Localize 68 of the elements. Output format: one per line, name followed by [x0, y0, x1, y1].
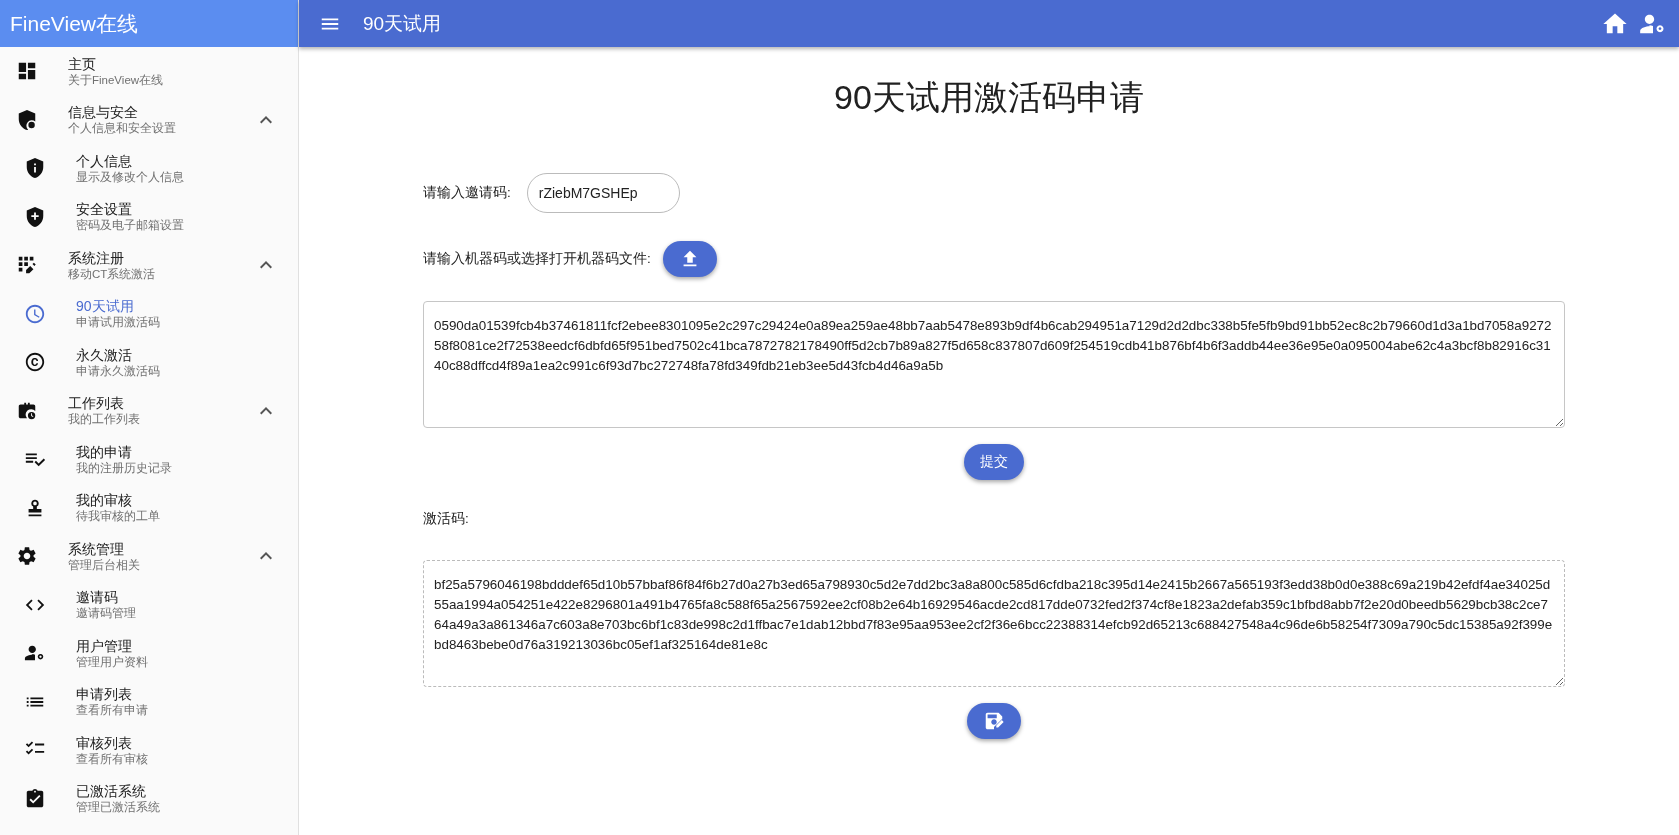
nav-subtitle: 关于FineView在线 — [68, 72, 165, 88]
nav-label: 申请列表 — [76, 685, 133, 704]
nav-label: 我的申请 — [76, 442, 133, 461]
save-button[interactable] — [967, 703, 1021, 739]
machine-code-field[interactable]: 0590da01539fcb4b37461811fcf2ebee8301095e2c297c29424e0a89ea259ae48bb7aab5478e893b9df4b6cab294951a7129d2d2dbc338b5fe5fb9bd91bb52ec8c2b79660d1d3a1bd7058a927258f8081ce2f72538eedcf6dbfd65f951bed7502c41bca7872782178490ff5d2cb7b89a827f5d658c837807d609f254519cdb41b876bf4b6f3addb44ee36e95e0a095004abe62c4a3bcf8b82916c3140c88dffcd4f89a1ea2c991c6f93d7bc272748fa78fd349fdb21eb3ee5d43fcb4d46a9a5b — [423, 301, 1565, 428]
nav-subtitle: 待我审核的工单 — [76, 509, 161, 525]
nav-label: 工作列表 — [68, 394, 125, 413]
upload-button[interactable] — [662, 241, 717, 277]
nav-item[interactable]: 永久激活 申请永久激活码 — [0, 338, 298, 387]
clipboard-check-icon — [24, 787, 46, 810]
nav-item[interactable]: 申请列表 查看所有申请 — [0, 677, 298, 726]
nav-item[interactable]: 系统管理 管理后台相关 — [0, 532, 298, 581]
nav-item[interactable]: 安全设置 密码及电子邮箱设置 — [0, 192, 298, 241]
nav-subtitle: 移动CT系统激活 — [68, 266, 157, 282]
nav-subtitle: 查看所有申请 — [76, 703, 149, 719]
nav-item[interactable]: 我的审核 待我审核的工单 — [0, 483, 298, 532]
machine-code-label: 请输入机器码或选择打开机器码文件: — [423, 250, 651, 268]
nav-item[interactable]: 主页 关于FineView在线 — [0, 47, 298, 96]
nav-subtitle: 显示及修改个人信息 — [76, 169, 185, 185]
nav-item[interactable]: 系统注册 移动CT系统激活 — [0, 241, 298, 290]
nav-label: 永久激活 — [76, 345, 133, 364]
nav-subtitle: 申请试用激活码 — [76, 315, 161, 331]
clock-icon — [24, 302, 46, 325]
nav-label: 系统管理 — [68, 539, 125, 558]
nav-subtitle: 我的工作列表 — [68, 412, 141, 428]
page-title: 90天试用激活码申请 — [834, 77, 1144, 118]
nav-item[interactable]: 审核列表 查看所有审核 — [0, 726, 298, 775]
nav-subtitle: 个人信息和安全设置 — [68, 121, 177, 137]
nav-subtitle: 管理用户资料 — [76, 654, 149, 670]
shield-info-icon — [24, 157, 46, 180]
nav-label: 邀请码 — [76, 588, 119, 607]
nav-label: 审核列表 — [76, 733, 133, 752]
app-title: FineView在线 — [0, 0, 298, 47]
nav-label: 系统注册 — [68, 248, 125, 267]
nav-item[interactable]: 已激活系统 管理已激活系统 — [0, 774, 298, 823]
nav-subtitle: 邀请码管理 — [76, 606, 137, 622]
nav-subtitle: 密码及电子邮箱设置 — [76, 218, 185, 234]
nav-item[interactable]: 90天试用 申请试用激活码 — [0, 289, 298, 338]
nav-subtitle: 查看所有审核 — [76, 751, 149, 767]
nav-item[interactable]: 工作列表 我的工作列表 — [0, 386, 298, 435]
submit-button[interactable]: 提交 — [964, 444, 1024, 480]
nav-label: 我的审核 — [76, 491, 133, 510]
shield-user-icon — [16, 108, 38, 131]
copyright-icon — [24, 351, 46, 374]
invite-code-field[interactable]: rZiebM7GSHEp — [526, 173, 680, 213]
nav-item[interactable]: 信息与安全 个人信息和安全设置 — [0, 95, 298, 144]
nav-label: 信息与安全 — [68, 103, 139, 122]
gear-icon — [16, 545, 38, 568]
nav-item[interactable]: 用户管理 管理用户资料 — [0, 629, 298, 678]
nav-subtitle: 管理已激活系统 — [76, 800, 161, 816]
activation-code-field[interactable]: bf25a5796046198bdddef65d10b57bbaf86f84f6b27d0a27b3ed65a798930c5d2e7dd2bc3a8a800c585d6cfdba218c395d14e2415b2667a565193f3edd38b0d0e388c69a219b42efdf4ae34025d55aa1994a054251e422e8296801a491b4765fa8c588f65a2567592ee2cf08b2e64b16929546acde2cd817dde0732fed2f374cf8e1823a2defab359c1bfbd8abb7f2e20d0beedb5629bcb38c2ce764a49a3a861346a7c603a8e703bc6bf1c83de998c2d1ffbac7e1dab12bbd7f83e95aa953ee2cf2f36e6bcc22388314efcb92d65213c688427548a4c96de6b58254f7309a790c5dc15385a92f399ebd8463bebe0d76a319213036bc05ef1af325164de81e8c — [423, 560, 1565, 687]
shield-plus-icon — [24, 205, 46, 228]
save-icon — [983, 710, 1005, 732]
nav-subtitle: 我的注册历史记录 — [76, 460, 173, 476]
nav-item[interactable]: 个人信息 显示及修改个人信息 — [0, 144, 298, 193]
nav-label: 已激活系统 — [76, 782, 147, 801]
nav-label: 用户管理 — [76, 636, 133, 655]
nav-label: 主页 — [68, 54, 97, 73]
nav-item[interactable]: 邀请码 邀请码管理 — [0, 580, 298, 629]
nav-subtitle: 申请永久激活码 — [76, 363, 161, 379]
nav-subtitle: 管理后台相关 — [68, 557, 141, 573]
activation-code-label: 激活码: — [423, 510, 470, 528]
nav-label: 90天试用 — [76, 297, 135, 316]
page-header-title: 90天试用 — [363, 11, 442, 36]
invite-code-label: 请输入邀请码: — [423, 184, 511, 202]
nav-label: 个人信息 — [76, 151, 133, 170]
nav-item[interactable]: 我的申请 我的注册历史记录 — [0, 435, 298, 484]
nav-label: 安全设置 — [76, 200, 133, 219]
